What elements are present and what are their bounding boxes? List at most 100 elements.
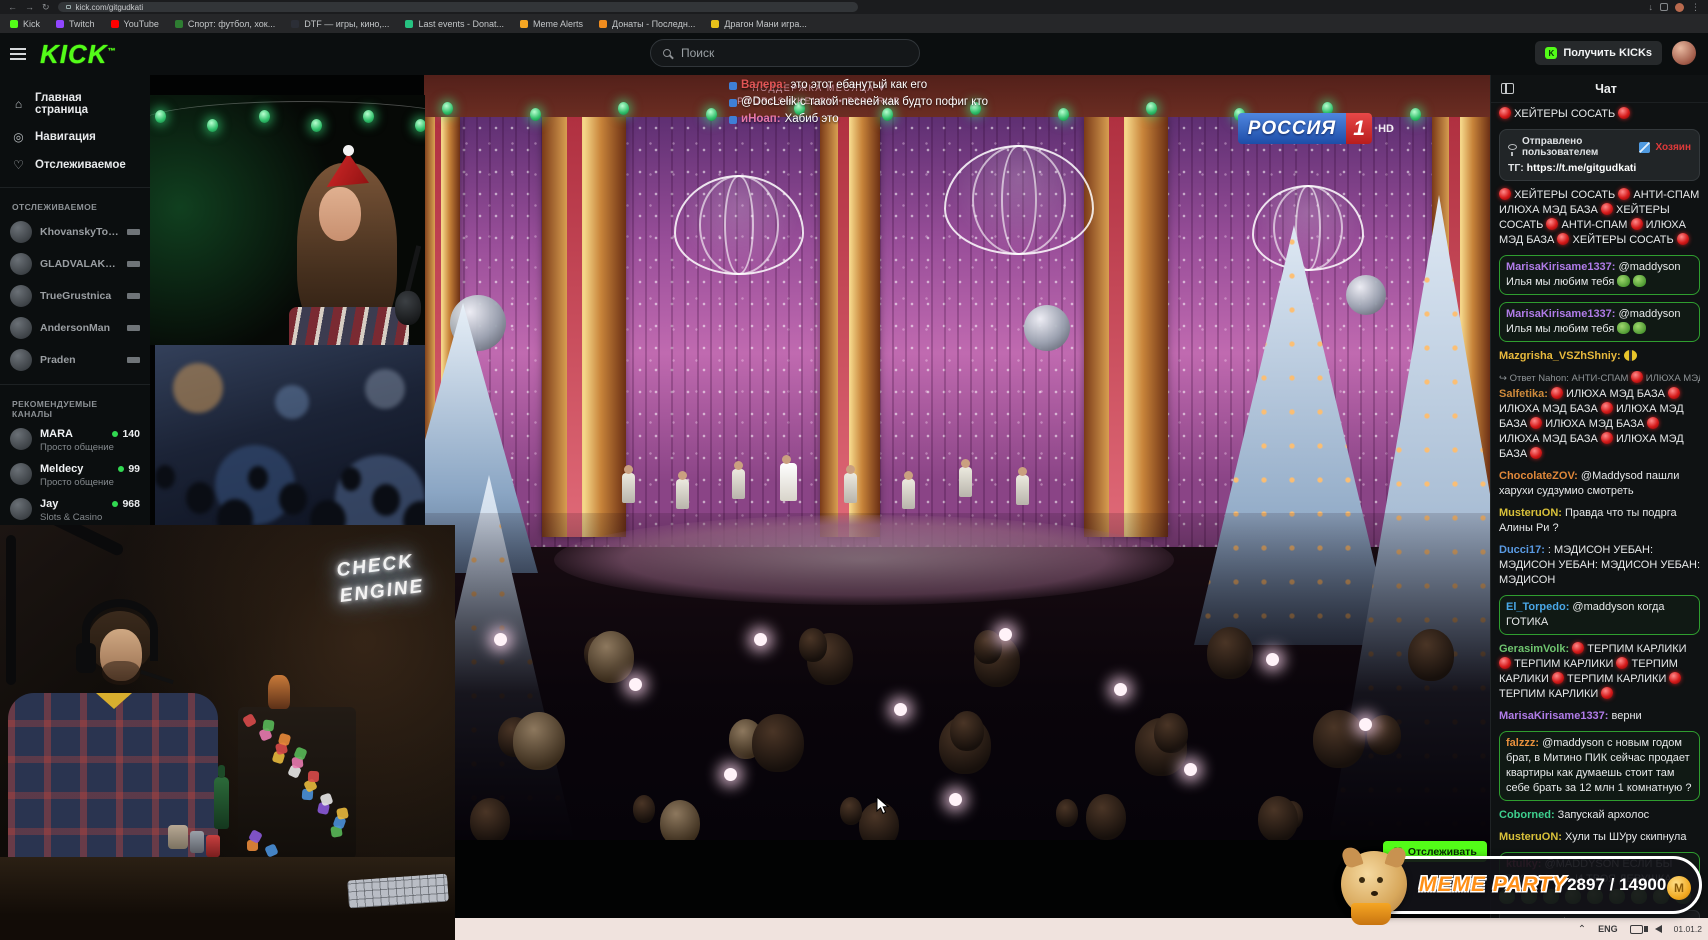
volume-icon[interactable]: [1655, 925, 1662, 933]
bookmark-item[interactable]: YouTube: [111, 19, 159, 29]
collapse-chat-icon[interactable]: [1501, 83, 1514, 94]
bookmark-item[interactable]: DTF — игры, кино,...: [291, 19, 389, 29]
forward-icon[interactable]: →: [25, 3, 34, 12]
coin-icon: M: [1667, 876, 1691, 900]
channel-category: Просто общение: [40, 442, 104, 453]
followed-channel-row[interactable]: KhovanskyToday: [0, 216, 150, 248]
sidebar-item-browse[interactable]: ◎ Навигация: [0, 123, 150, 151]
sidebar-item-following[interactable]: ♡ Отслеживаемое: [0, 151, 150, 179]
chat-username[interactable]: falzzz:: [1506, 737, 1539, 749]
chat-username[interactable]: Ducci17:: [1499, 544, 1545, 556]
live-dot-icon: [112, 431, 118, 437]
bookmark-item[interactable]: Спорт: футбол, хок...: [175, 19, 275, 29]
can: [190, 831, 204, 853]
pin-icon: [1508, 144, 1517, 150]
audience-head: [470, 798, 510, 840]
telegram-link[interactable]: https://t.me/gitgudkati: [1527, 162, 1637, 174]
chat-username[interactable]: Coborned:: [1499, 809, 1555, 821]
red-orb-emote-icon: [1601, 432, 1613, 444]
chat-username[interactable]: MarisaKirisame1337:: [1499, 710, 1608, 722]
browser-menu-icon[interactable]: ⋮: [1691, 3, 1700, 12]
chat-username[interactable]: MarisaKirisame1337:: [1506, 308, 1615, 320]
chat-title: Чат: [1514, 82, 1698, 96]
bookmark-item[interactable]: Kick: [10, 19, 40, 29]
blurred-light: [275, 385, 309, 419]
followed-channel-row[interactable]: GLADVALAKASPWNZ: [0, 248, 150, 280]
hamburger-menu-icon[interactable]: [10, 48, 26, 60]
chat-username[interactable]: GerasimVolk:: [1499, 643, 1569, 655]
red-orb-emote-icon: [1601, 203, 1613, 215]
meme-party-widget: MEME PARTY 2897 / 14900 M: [1342, 856, 1702, 914]
browser-profile-avatar[interactable]: [1675, 3, 1684, 12]
followed-channel-row[interactable]: TrueGrustnica: [0, 280, 150, 312]
chat-username[interactable]: Salfetika:: [1499, 388, 1548, 400]
chat-message: MusteruON: Хули ты ШУру скипнула: [1499, 830, 1700, 845]
extensions-icon[interactable]: [1660, 3, 1668, 11]
audience-head: [1207, 627, 1253, 679]
clock-date[interactable]: 01.01.2: [1674, 925, 1702, 934]
heart-icon: ♡: [12, 158, 25, 172]
audience-head: [186, 482, 214, 514]
red-orb-emote-icon: [1546, 218, 1558, 230]
sticker: [262, 719, 274, 731]
chat-username[interactable]: MarisaKirisame1337:: [1506, 261, 1615, 273]
bookmark-item[interactable]: Last events - Donat...: [405, 19, 504, 29]
kick-logo[interactable]: KICK™: [40, 39, 117, 70]
chat-username[interactable]: Mazgrisha_VSZhShniy:: [1499, 350, 1621, 362]
chat-username[interactable]: El_Torpedo:: [1506, 601, 1569, 613]
red-orb-emote-icon: [1530, 417, 1542, 429]
chat-username[interactable]: MusteruON:: [1499, 831, 1562, 843]
blurred-light: [173, 363, 223, 413]
table-lamp: [754, 633, 767, 646]
bookmark-item[interactable]: Драгон Мани игра...: [711, 19, 807, 29]
doge-scarf: [1351, 903, 1391, 925]
chat-message: Mazgrisha_VSZhShniy:: [1499, 349, 1700, 364]
recommended-section-header: Рекомендуемые каналы: [0, 393, 150, 423]
refresh-icon[interactable]: ↻: [42, 3, 50, 12]
network-icon[interactable]: [1630, 925, 1643, 934]
recommended-channel-row[interactable]: MARAПросто общение140: [0, 423, 150, 458]
chat-username[interactable]: ChocolateZOV:: [1499, 470, 1578, 482]
recommended-channel-row[interactable]: JaySlots & Casino968: [0, 493, 150, 528]
stream-overlay-chat: Валера: это этот ебанутый как его @DocLe…: [729, 77, 1189, 128]
followed-section-header: Отслеживаемое: [0, 196, 150, 216]
bookmark-item[interactable]: Meme Alerts: [520, 19, 583, 29]
channel-category: Просто общение: [40, 477, 110, 488]
bee-emote-icon: [1624, 350, 1637, 361]
clip-camera-icon: [127, 357, 140, 363]
download-icon[interactable]: ↓: [1649, 3, 1654, 12]
back-icon[interactable]: ←: [8, 3, 17, 12]
bookmark-favicon-icon: [711, 20, 719, 28]
streamer-webcam: [147, 95, 425, 345]
followed-channel-row[interactable]: AndersonMan: [0, 312, 150, 344]
meme-party-progress: 2897 / 14900: [1567, 875, 1666, 895]
chat-message: ХЕЙТЕРЫ СОСАТЬ АНТИ-СПАМ ИЛЮХА МЭД БАЗА …: [1499, 188, 1700, 248]
red-orb-emote-icon: [1618, 188, 1630, 200]
frog-emote-icon: [1617, 275, 1630, 287]
language-indicator[interactable]: ENG: [1598, 924, 1618, 934]
user-avatar[interactable]: [1672, 41, 1696, 65]
bookmark-item[interactable]: Донаты - Последн...: [599, 19, 695, 29]
search-input[interactable]: [679, 45, 907, 61]
audience-head: [279, 483, 307, 515]
recommended-channel-row[interactable]: MeldecyПросто общение99: [0, 458, 150, 493]
bookmark-item[interactable]: Twitch: [56, 19, 95, 29]
red-orb-emote-icon: [1616, 657, 1628, 669]
chat-message: MusteruON: Правда что ты подрга Алины Ри…: [1499, 506, 1700, 536]
bookmark-favicon-icon: [520, 20, 528, 28]
followed-channel-row[interactable]: Praden: [0, 344, 150, 376]
audience-head: [372, 484, 400, 516]
tv-channel-watermark: РОССИЯ 1 HD: [1238, 113, 1394, 144]
table-lamp: [1266, 653, 1279, 666]
get-kicks-button[interactable]: K Получить KICKs: [1535, 41, 1662, 65]
pinned-message[interactable]: Отправлено пользователем Хозяин ТГ: http…: [1499, 129, 1700, 181]
tray-expand-icon[interactable]: ⌃: [1578, 924, 1586, 935]
sidebar-item-home[interactable]: ⌂ Главная страница: [0, 85, 150, 123]
red-orb-emote-icon: [1557, 233, 1569, 245]
search-bar[interactable]: [650, 39, 920, 67]
chat-message: MarisaKirisame1337: верни: [1499, 709, 1700, 724]
pinned-username[interactable]: Хозяин: [1655, 142, 1691, 153]
red-orb-emote-icon: [1601, 687, 1613, 699]
chat-username[interactable]: MusteruON:: [1499, 507, 1562, 519]
url-bar[interactable]: kick.com/gitgudkati: [58, 2, 858, 12]
